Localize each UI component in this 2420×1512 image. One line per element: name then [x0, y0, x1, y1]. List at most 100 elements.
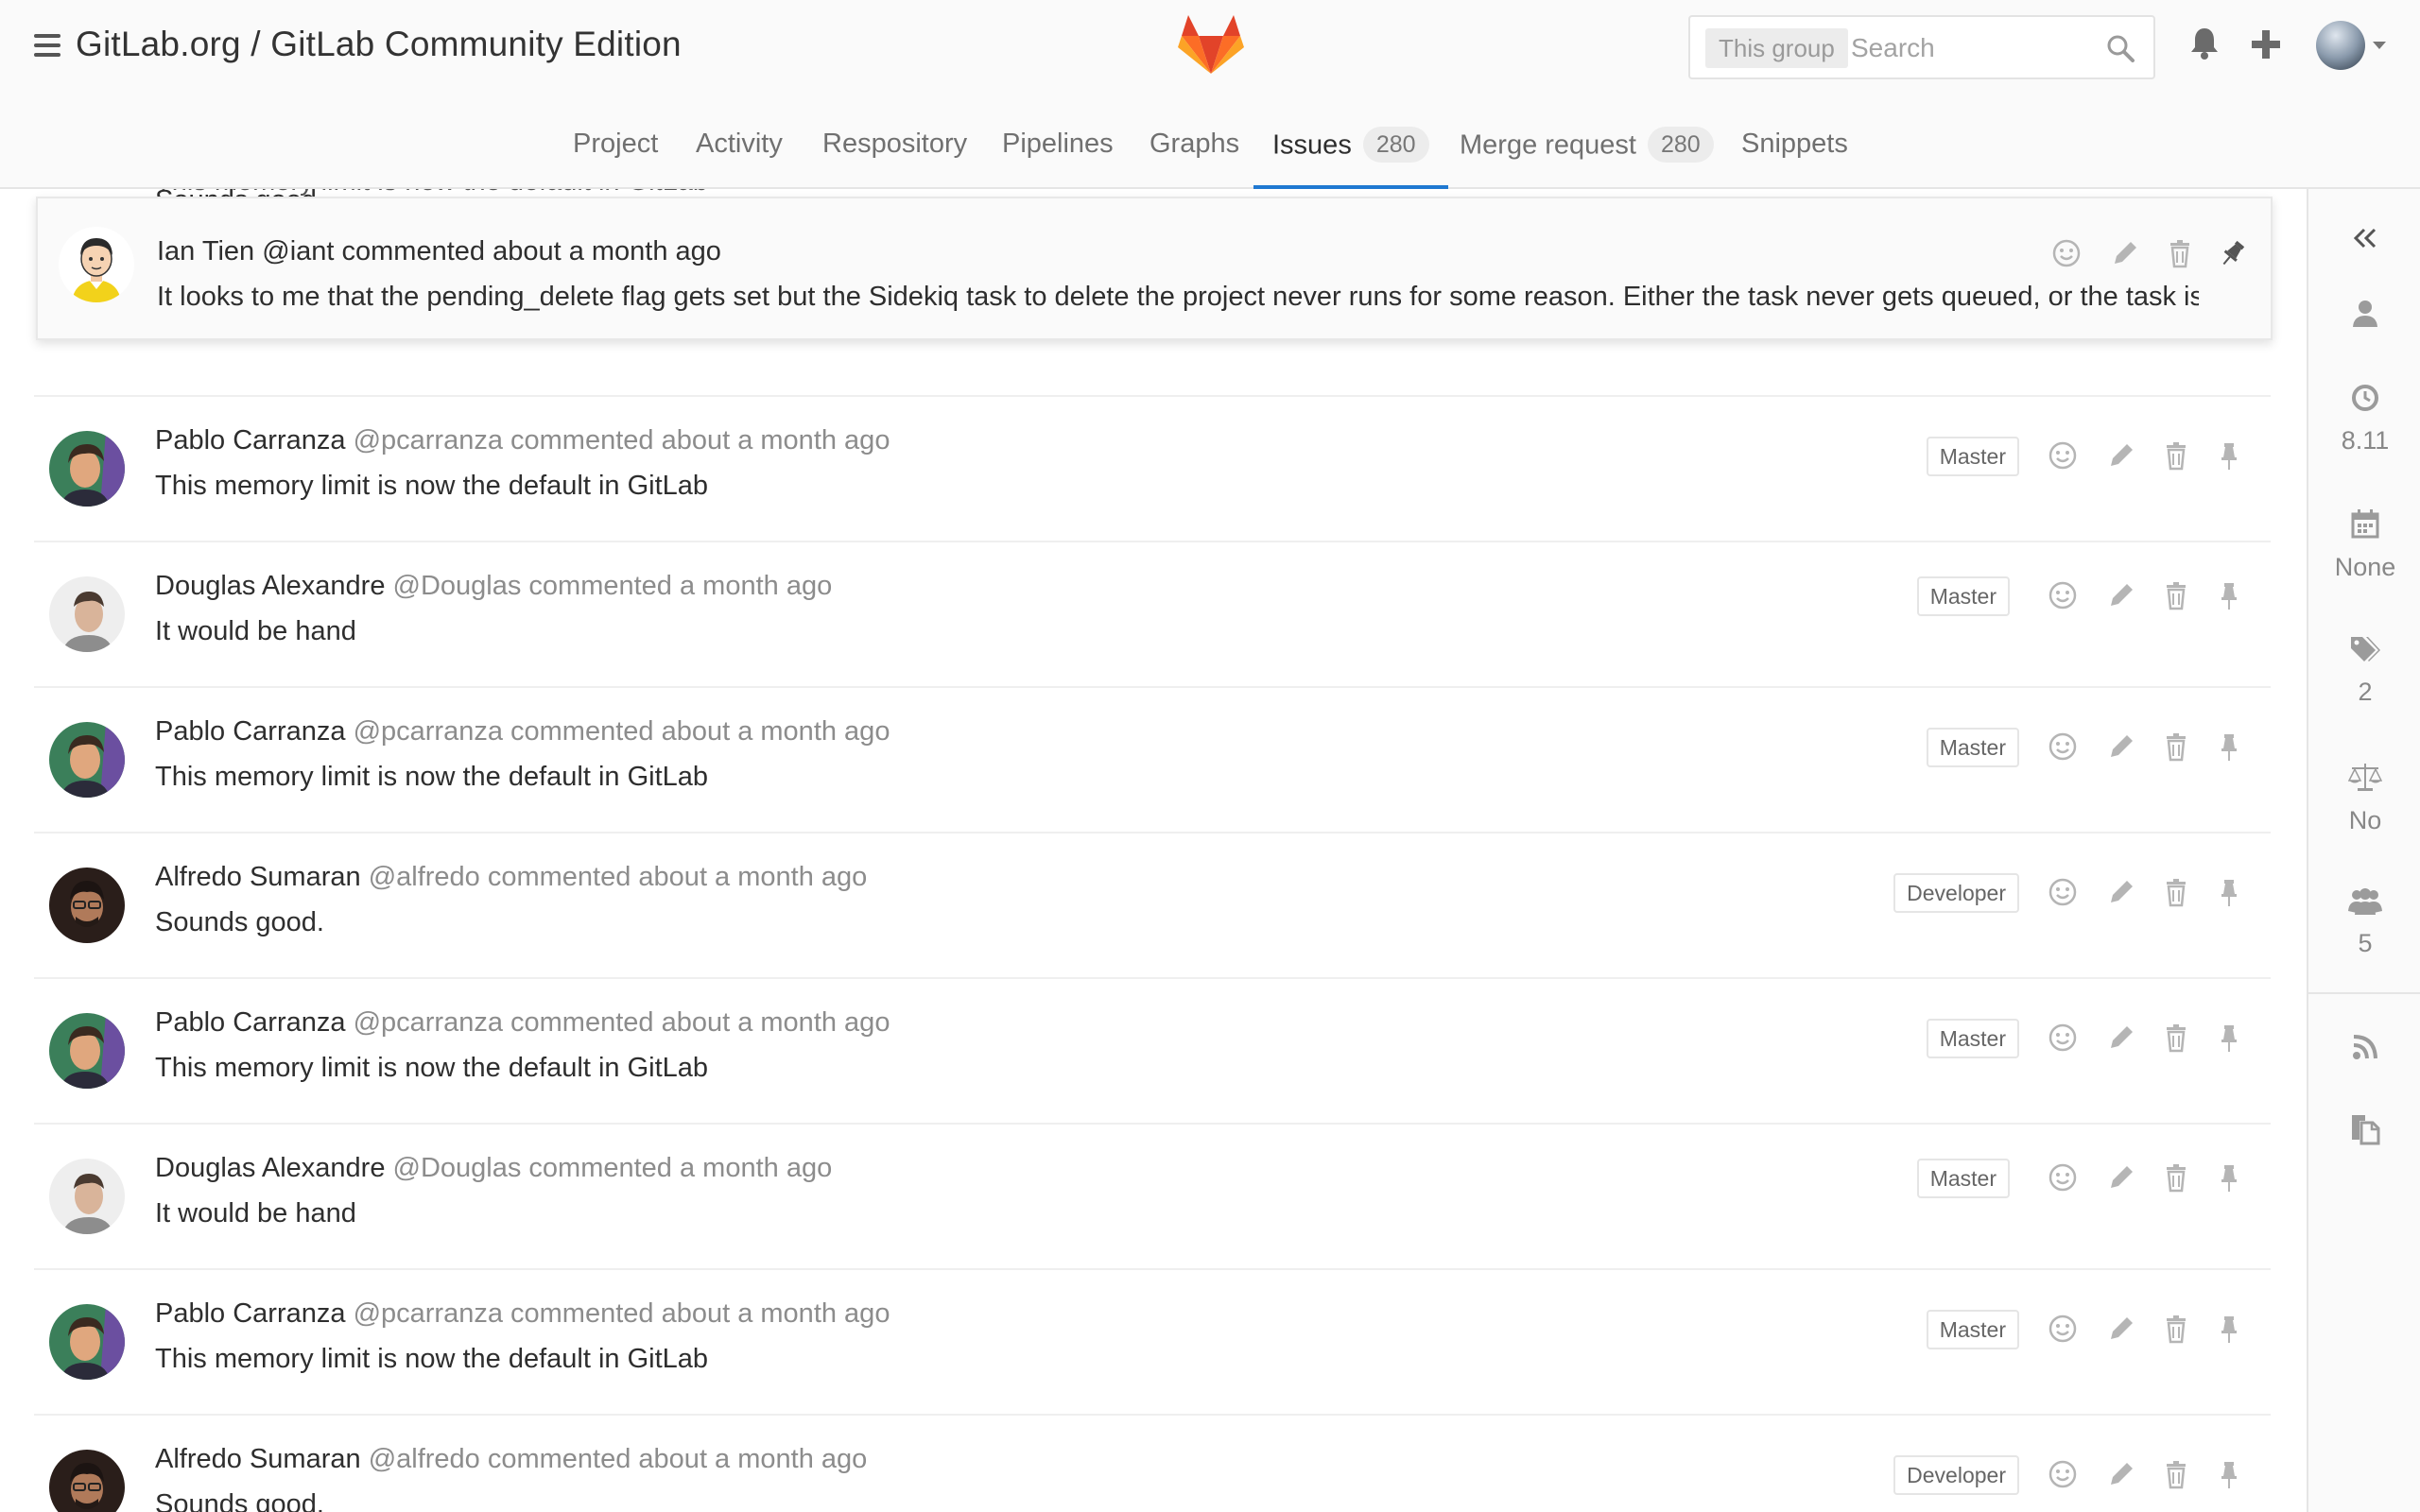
list-item: Douglas Alexandre @Douglas commented a m…: [34, 1125, 2271, 1270]
pin-icon[interactable]: [2218, 238, 2248, 268]
note-author[interactable]: Pablo Carranza: [155, 1298, 346, 1329]
emoji-icon[interactable]: [2048, 1022, 2078, 1053]
sidebar-item-copy-reference[interactable]: [2308, 1113, 2420, 1150]
users-icon: [2348, 888, 2382, 915]
calendar-icon: [2351, 509, 2379, 539]
pin-icon[interactable]: [2214, 580, 2244, 610]
emoji-icon[interactable]: [2051, 238, 2082, 268]
sidebar-item-assignee[interactable]: [2308, 299, 2420, 332]
avatar[interactable]: [49, 1304, 125, 1380]
pencil-icon[interactable]: [2106, 731, 2136, 762]
participants-count: 5: [2358, 929, 2373, 957]
note-meta: @alfredo commented about a month ago: [368, 862, 868, 892]
note-author[interactable]: Alfredo Sumaran: [155, 1444, 361, 1474]
note-author[interactable]: Pablo Carranza: [155, 425, 346, 455]
menu-icon[interactable]: [34, 34, 60, 57]
search-input[interactable]: [1851, 28, 2087, 68]
rss-icon[interactable]: [2352, 1034, 2378, 1060]
pencil-icon[interactable]: [2106, 580, 2136, 610]
emoji-icon[interactable]: [2048, 1459, 2078, 1489]
avatar[interactable]: [49, 868, 125, 943]
sidebar-item-weight[interactable]: No: [2308, 762, 2420, 835]
pin-icon[interactable]: [2214, 1314, 2244, 1344]
gitlab-logo[interactable]: [1178, 13, 1244, 76]
plus-icon[interactable]: [2252, 30, 2280, 59]
tab-graphs[interactable]: Graphs: [1150, 129, 1239, 187]
pin-icon[interactable]: [2214, 731, 2244, 762]
pin-icon[interactable]: [2214, 1459, 2244, 1489]
trash-icon[interactable]: [2161, 1162, 2191, 1193]
note-body: It would be hand: [155, 1198, 356, 1228]
trash-icon[interactable]: [2161, 580, 2191, 610]
role-badge: Developer: [1893, 1455, 2019, 1495]
sidebar-item-labels[interactable]: 2: [2308, 635, 2420, 707]
tab-merge-requests[interactable]: Merge request 280: [1460, 127, 1714, 187]
trash-icon[interactable]: [2161, 440, 2191, 471]
search-scope-chip[interactable]: This group: [1705, 28, 1848, 68]
list-item: Douglas Alexandre @Douglas commented a m…: [34, 542, 2271, 688]
note-meta: @iant commented about a month ago: [262, 236, 721, 266]
note-meta: @pcarranza commented about a month ago: [353, 716, 890, 747]
pencil-icon[interactable]: [2106, 1022, 2136, 1053]
emoji-icon[interactable]: [2048, 440, 2078, 471]
emoji-icon[interactable]: [2048, 580, 2078, 610]
avatar[interactable]: [49, 1013, 125, 1089]
pencil-icon[interactable]: [2106, 1459, 2136, 1489]
avatar[interactable]: [49, 722, 125, 798]
tab-pipelines[interactable]: Pipelines: [1002, 129, 1114, 187]
pin-icon[interactable]: [2214, 440, 2244, 471]
note-author[interactable]: Pablo Carranza: [155, 1007, 346, 1038]
copy-icon[interactable]: [2350, 1113, 2380, 1145]
pin-icon[interactable]: [2214, 1162, 2244, 1193]
emoji-icon[interactable]: [2048, 1162, 2078, 1193]
weight-value: No: [2348, 806, 2382, 834]
sidebar-collapse[interactable]: [2308, 227, 2420, 254]
emoji-icon[interactable]: [2048, 1314, 2078, 1344]
tab-snippets[interactable]: Snippets: [1741, 129, 1848, 187]
role-badge: Master: [1926, 728, 2019, 767]
sidebar-item-due-date[interactable]: None: [2308, 508, 2420, 582]
emoji-icon[interactable]: [2048, 877, 2078, 907]
labels-count: 2: [2358, 678, 2373, 706]
issue-sidebar: 8.11 None 2 No 5: [2307, 189, 2420, 1512]
avatar[interactable]: [49, 1450, 125, 1512]
trash-icon[interactable]: [2161, 1314, 2191, 1344]
tab-issues[interactable]: Issues 280: [1253, 127, 1448, 189]
pencil-icon[interactable]: [2106, 877, 2136, 907]
search-icon[interactable]: [2106, 34, 2135, 62]
trash-icon[interactable]: [2161, 1459, 2191, 1489]
trash-icon[interactable]: [2165, 238, 2195, 268]
trash-icon[interactable]: [2161, 1022, 2191, 1053]
sidebar-item-participants[interactable]: 5: [2308, 886, 2420, 958]
avatar[interactable]: [2316, 21, 2365, 70]
tab-repository[interactable]: Respository: [822, 129, 967, 187]
avatar[interactable]: [49, 1159, 125, 1234]
pin-icon[interactable]: [2214, 877, 2244, 907]
trash-icon[interactable]: [2161, 731, 2191, 762]
pencil-icon[interactable]: [2106, 1314, 2136, 1344]
pencil-icon[interactable]: [2106, 1162, 2136, 1193]
breadcrumb[interactable]: GitLab.org / GitLab Community Edition: [76, 25, 682, 64]
note-author[interactable]: Douglas Alexandre: [155, 1153, 385, 1183]
note-author[interactable]: Pablo Carranza: [155, 716, 346, 747]
search-box[interactable]: This group: [1688, 15, 2155, 79]
pencil-icon[interactable]: [2110, 238, 2140, 268]
tab-project[interactable]: Project: [573, 129, 658, 187]
avatar[interactable]: [49, 576, 125, 652]
tab-activity[interactable]: Activity: [696, 129, 783, 187]
sidebar-item-subscribe[interactable]: [2308, 1034, 2420, 1065]
notes-list: Pablo Carranza @pcarranza commented abou…: [34, 189, 2271, 1512]
note-author[interactable]: Ian Tien: [157, 236, 254, 266]
collapse-icon[interactable]: [2353, 227, 2377, 249]
avatar[interactable]: [49, 431, 125, 507]
chevron-down-icon[interactable]: [2373, 42, 2386, 49]
emoji-icon[interactable]: [2048, 731, 2078, 762]
sidebar-item-milestone[interactable]: 8.11: [2308, 384, 2420, 455]
note-author[interactable]: Douglas Alexandre: [155, 571, 385, 601]
pencil-icon[interactable]: [2106, 440, 2136, 471]
note-author[interactable]: Alfredo Sumaran: [155, 862, 361, 892]
avatar[interactable]: [59, 227, 134, 302]
pin-icon[interactable]: [2214, 1022, 2244, 1053]
trash-icon[interactable]: [2161, 877, 2191, 907]
bell-icon[interactable]: [2189, 26, 2220, 60]
